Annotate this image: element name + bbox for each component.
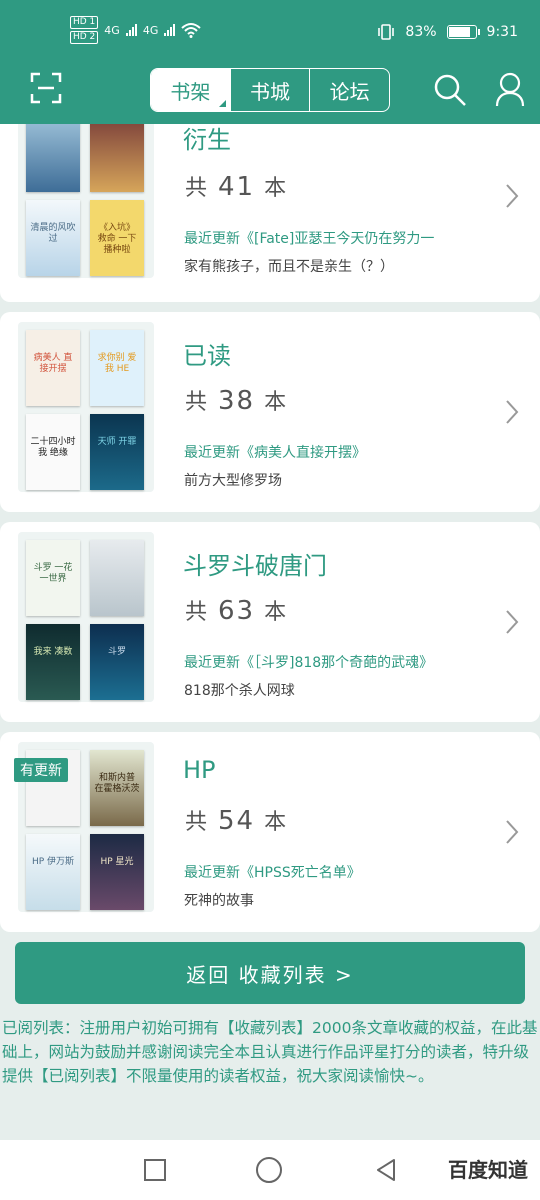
latest-update-desc: 死神的故事	[184, 893, 254, 909]
book-cover: 我来 凑数	[26, 624, 80, 700]
chevron-right-icon	[506, 820, 519, 844]
latest-update: 最近更新《[Fate]亚瑟王今天仍在努力一	[184, 231, 435, 247]
book-cover	[26, 124, 80, 192]
tab-bookstore-label: 书城	[250, 79, 290, 104]
status-right: 83% 9:31	[377, 24, 518, 40]
latest-update-desc: 前方大型修罗场	[184, 473, 282, 489]
collection-card[interactable]: 病美人 直接开摆 求你别 爱我 HE 二十四小时 我 绝缘 天师 开罪 已读 共…	[0, 312, 540, 512]
signal2-icon	[164, 24, 176, 36]
collection-title: 已读	[183, 342, 231, 370]
book-cover: 二十四小时 我 绝缘	[26, 414, 80, 490]
book-cover	[90, 540, 144, 616]
book-cover: 天师 开罪	[90, 414, 144, 490]
latest-update-desc: 家有熊孩子，而且不是亲生（？）	[184, 259, 394, 275]
book-cover: 斗罗 一花一世界	[26, 540, 80, 616]
vibrate-icon	[378, 24, 395, 40]
recent-apps-button[interactable]	[144, 1159, 166, 1181]
chevron-right-icon	[506, 400, 519, 424]
system-nav-bar: 百度知道	[0, 1140, 540, 1200]
book-cover: 求你别 爱我 HE	[90, 330, 144, 406]
collection-count: 共 63 本	[185, 596, 289, 626]
notice-text: 已阅列表：注册用户初始可拥有【收藏列表】2000条文章收藏的权益，在此基础上，网…	[2, 1019, 538, 1085]
tab-bookstore[interactable]: 书城	[229, 69, 310, 111]
cover-grid: 有更新 和斯内普 在霍格沃茨 HP 伊万斯 HP 星光	[14, 742, 154, 912]
book-cover: 斗罗	[90, 624, 144, 700]
tab-bookshelf[interactable]: 书架	[151, 69, 230, 111]
bookshelf-list: 清晨的风吹过 《入坑》 救命 一下 播种啦 衍生 共 41 本 最近更新《[Fa…	[0, 124, 540, 1140]
chevron-right-icon	[506, 610, 519, 634]
update-badge: 有更新	[14, 758, 68, 782]
network1-label: 4G	[104, 23, 120, 37]
dropdown-corner-icon	[218, 100, 226, 107]
main-tabs: 书架 书城 论坛	[150, 68, 390, 112]
collection-title: 衍生	[183, 126, 231, 154]
cover-grid: 清晨的风吹过 《入坑》 救命 一下 播种啦	[18, 124, 154, 278]
book-cover	[90, 124, 144, 192]
search-icon[interactable]	[432, 72, 468, 108]
cover-grid: 斗罗 一花一世界 我来 凑数 斗罗	[18, 532, 154, 702]
sim1-tag: HD 1	[70, 16, 99, 29]
app-header: 书架 书城 论坛	[0, 62, 540, 124]
latest-update: 最近更新《病美人直接开摆》	[184, 445, 366, 461]
book-cover: 清晨的风吹过	[26, 200, 80, 276]
book-cover: HP 星光	[90, 834, 144, 910]
collection-count: 共 38 本	[185, 386, 289, 416]
cover-grid: 病美人 直接开摆 求你别 爱我 HE 二十四小时 我 绝缘 天师 开罪	[18, 322, 154, 492]
book-cover: HP 伊万斯	[26, 834, 80, 910]
tab-forum[interactable]: 论坛	[309, 69, 389, 111]
collection-title: 斗罗斗破唐门	[183, 552, 327, 580]
user-icon[interactable]	[494, 70, 526, 110]
scan-icon[interactable]	[30, 72, 62, 104]
collection-card[interactable]: 有更新 和斯内普 在霍格沃茨 HP 伊万斯 HP 星光 HP 共 54 本 最近…	[0, 732, 540, 932]
collection-card[interactable]: 斗罗 一花一世界 我来 凑数 斗罗 斗罗斗破唐门 共 63 本 最近更新《［斗罗…	[0, 522, 540, 722]
latest-update: 最近更新《HPSS死亡名单》	[184, 865, 361, 881]
latest-update: 最近更新《［斗罗]818那个奇葩的武魂》	[184, 655, 434, 671]
tab-forum-label: 论坛	[329, 79, 370, 104]
battery-icon	[446, 25, 480, 39]
book-cover: 和斯内普 在霍格沃茨	[90, 750, 144, 826]
return-collection-button[interactable]: 返回 收藏列表 >	[15, 942, 525, 1004]
signal1-icon	[125, 24, 137, 36]
chevron-right-icon	[506, 184, 519, 208]
collection-title: HP	[183, 756, 216, 784]
clock: 9:31	[486, 24, 518, 40]
book-cover: 病美人 直接开摆	[26, 330, 80, 406]
sim-indicators: HD 1 HD 2 4G 4G	[70, 16, 202, 44]
battery-percent: 83%	[405, 24, 437, 40]
tab-bookshelf-label: 书架	[170, 79, 211, 104]
collection-count: 共 41 本	[185, 172, 289, 202]
collection-count: 共 54 本	[185, 806, 289, 836]
sim2-tag: HD 2	[70, 31, 99, 44]
network2-label: 4G	[142, 23, 159, 37]
book-cover: 《入坑》 救命 一下 播种啦	[90, 200, 144, 276]
watermark-logo: 百度知道	[448, 1158, 528, 1182]
wifi-icon	[181, 23, 202, 38]
home-button[interactable]	[256, 1157, 282, 1183]
latest-update-desc: 818那个杀人网球	[184, 683, 295, 699]
back-button[interactable]	[374, 1158, 398, 1182]
collection-card[interactable]: 清晨的风吹过 《入坑》 救命 一下 播种啦 衍生 共 41 本 最近更新《[Fa…	[0, 124, 540, 302]
status-bar: HD 1 HD 2 4G 4G 83% 9:31	[0, 0, 540, 62]
